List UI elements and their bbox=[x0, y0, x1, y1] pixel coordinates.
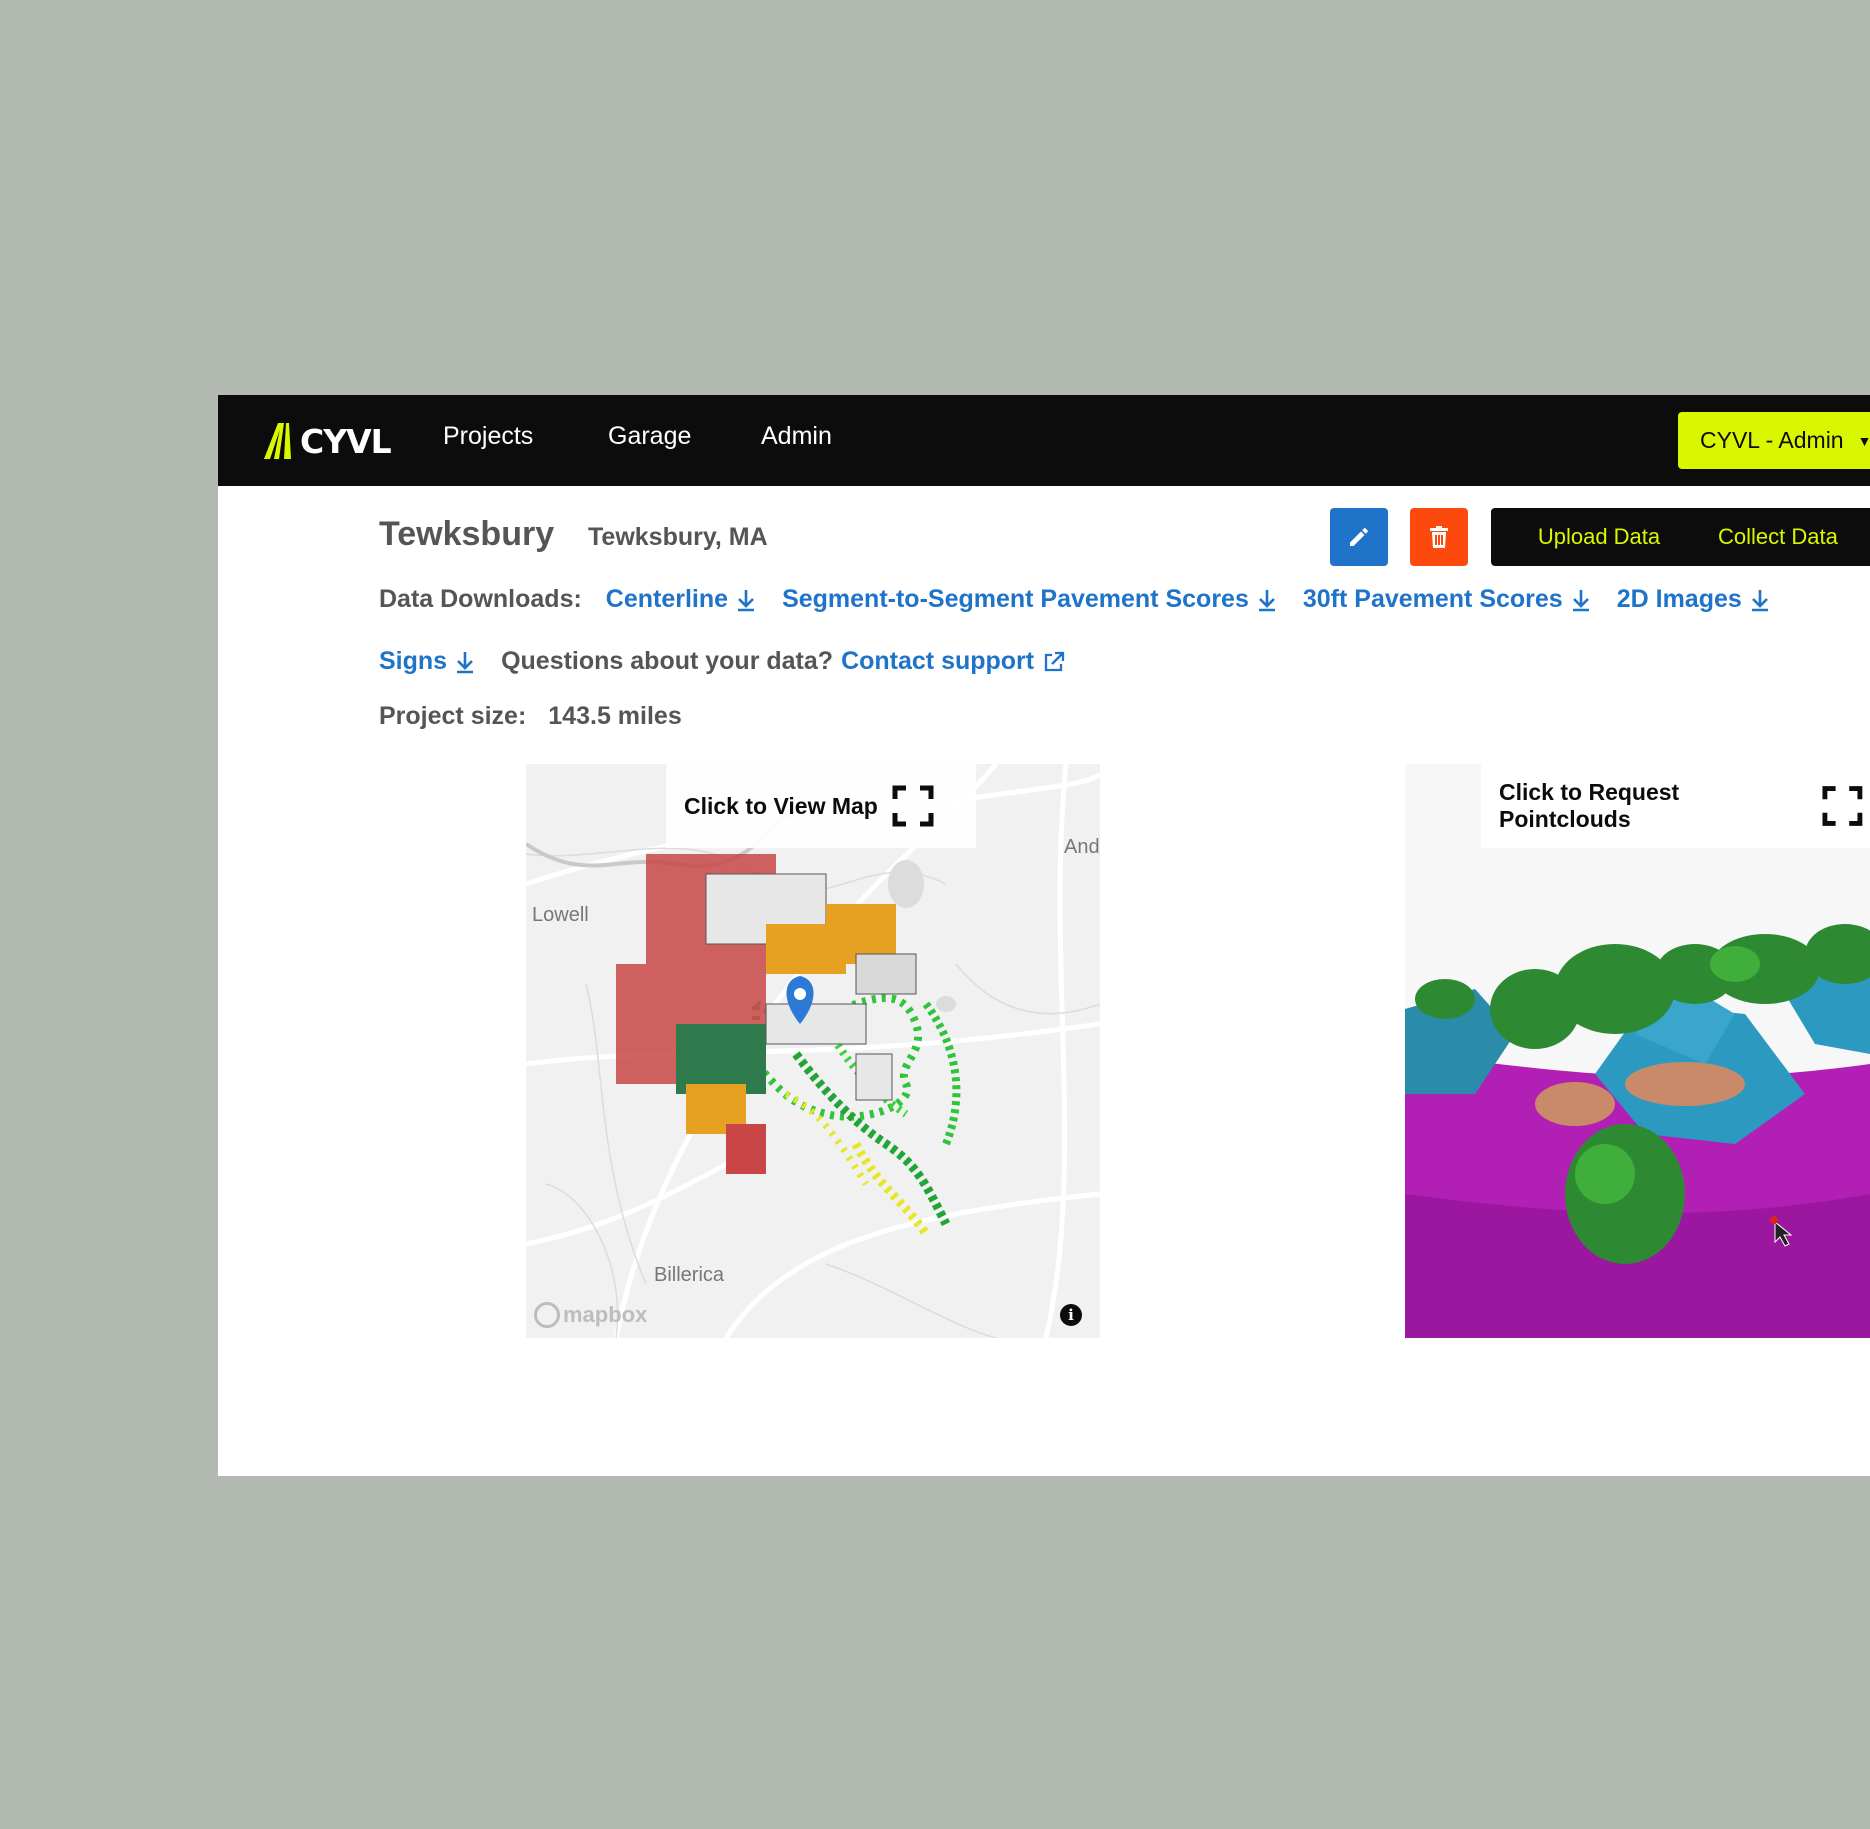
download-30ft-scores-label: 30ft Pavement Scores bbox=[1302, 585, 1563, 613]
project-title: Tewksbury bbox=[379, 515, 555, 553]
place-label-billerica: Billerica bbox=[654, 1264, 725, 1286]
download-icon bbox=[457, 651, 474, 673]
collect-data-label: Collect Data bbox=[1718, 524, 1838, 549]
pointcloud-preview[interactable]: Click to Request Pointclouds bbox=[1405, 764, 1870, 1338]
place-label-andover: Ando bbox=[1064, 836, 1100, 858]
download-icon bbox=[1751, 589, 1768, 611]
road-logo-icon bbox=[264, 423, 291, 459]
fullscreen-icon bbox=[892, 785, 934, 827]
app-window: CYVL Projects Garage Admin CYVL - Admin … bbox=[218, 395, 1870, 1476]
downloads-row-2: Signs Questions about your data? Contact… bbox=[379, 647, 1066, 676]
download-centerline-link[interactable]: Centerline bbox=[606, 585, 756, 614]
view-map-chip[interactable]: Click to View Map bbox=[666, 764, 976, 848]
map-preview[interactable]: Lowell Ando Billerica Click to View Map … bbox=[526, 764, 1100, 1338]
project-size-label: Project size: bbox=[379, 702, 527, 730]
download-icon bbox=[738, 589, 755, 611]
download-icon bbox=[1258, 589, 1275, 611]
mapbox-icon bbox=[534, 1302, 560, 1328]
data-downloads-row: Data Downloads: Centerline Segment-to-Se… bbox=[379, 585, 1770, 614]
nav-link-projects[interactable]: Projects bbox=[443, 422, 533, 451]
project-location: Tewksbury, MA bbox=[588, 523, 768, 551]
trash-icon bbox=[1430, 526, 1448, 548]
download-30ft-scores-link[interactable]: 30ft Pavement Scores bbox=[1303, 585, 1591, 614]
info-icon[interactable]: i bbox=[1060, 1304, 1082, 1326]
project-size-value: 143.5 miles bbox=[548, 702, 682, 730]
download-icon bbox=[1572, 589, 1589, 611]
view-map-label: Click to View Map bbox=[684, 792, 878, 819]
download-2d-images-link[interactable]: 2D Images bbox=[1617, 585, 1770, 614]
download-signs-label: Signs bbox=[379, 647, 448, 675]
cyvl-logo[interactable]: CYVL bbox=[264, 421, 392, 461]
mapbox-attribution[interactable]: mapbox bbox=[534, 1302, 647, 1328]
nav-link-garage[interactable]: Garage bbox=[608, 422, 691, 451]
download-segment-scores-label: Segment-to-Segment Pavement Scores bbox=[782, 585, 1249, 613]
top-navbar: CYVL Projects Garage Admin CYVL - Admin … bbox=[218, 395, 1870, 486]
upload-data-label: Upload Data bbox=[1537, 524, 1661, 549]
download-segment-scores-link[interactable]: Segment-to-Segment Pavement Scores bbox=[782, 585, 1277, 614]
nav-link-admin[interactable]: Admin bbox=[761, 422, 832, 451]
map-canvas bbox=[526, 764, 1100, 1338]
project-size-row: Project size: 143.5 miles bbox=[379, 702, 682, 731]
mapbox-label: mapbox bbox=[563, 1302, 648, 1327]
user-menu-label: CYVL - Admin bbox=[1700, 427, 1844, 453]
support-question: Questions about your data? bbox=[501, 647, 834, 675]
user-menu-button[interactable]: CYVL - Admin ▼ bbox=[1678, 412, 1870, 469]
edit-button[interactable] bbox=[1330, 508, 1388, 566]
contact-support-label: Contact support bbox=[841, 647, 1035, 675]
collect-data-button[interactable]: Collect Data bbox=[1695, 508, 1870, 566]
chevron-down-icon: ▼ bbox=[1857, 432, 1870, 449]
delete-button[interactable] bbox=[1410, 508, 1468, 566]
download-2d-images-label: 2D Images bbox=[1616, 585, 1742, 613]
place-label-lowell: Lowell bbox=[532, 904, 589, 926]
download-signs-link[interactable]: Signs bbox=[379, 647, 475, 676]
logo-wordmark: CYVL bbox=[300, 421, 392, 461]
request-pointclouds-label: Click to Request Pointclouds bbox=[1499, 779, 1680, 832]
pointcloud-render bbox=[1405, 764, 1870, 1338]
fullscreen-icon bbox=[1822, 786, 1863, 826]
download-centerline-label: Centerline bbox=[605, 585, 729, 613]
data-downloads-label: Data Downloads: bbox=[379, 585, 582, 613]
request-pointclouds-chip[interactable]: Click to Request Pointclouds bbox=[1481, 764, 1870, 848]
pencil-icon bbox=[1350, 528, 1368, 546]
external-link-icon bbox=[1044, 651, 1065, 671]
contact-support-link[interactable]: Contact support bbox=[841, 647, 1066, 676]
upload-data-button[interactable]: Upload Data bbox=[1491, 508, 1707, 566]
